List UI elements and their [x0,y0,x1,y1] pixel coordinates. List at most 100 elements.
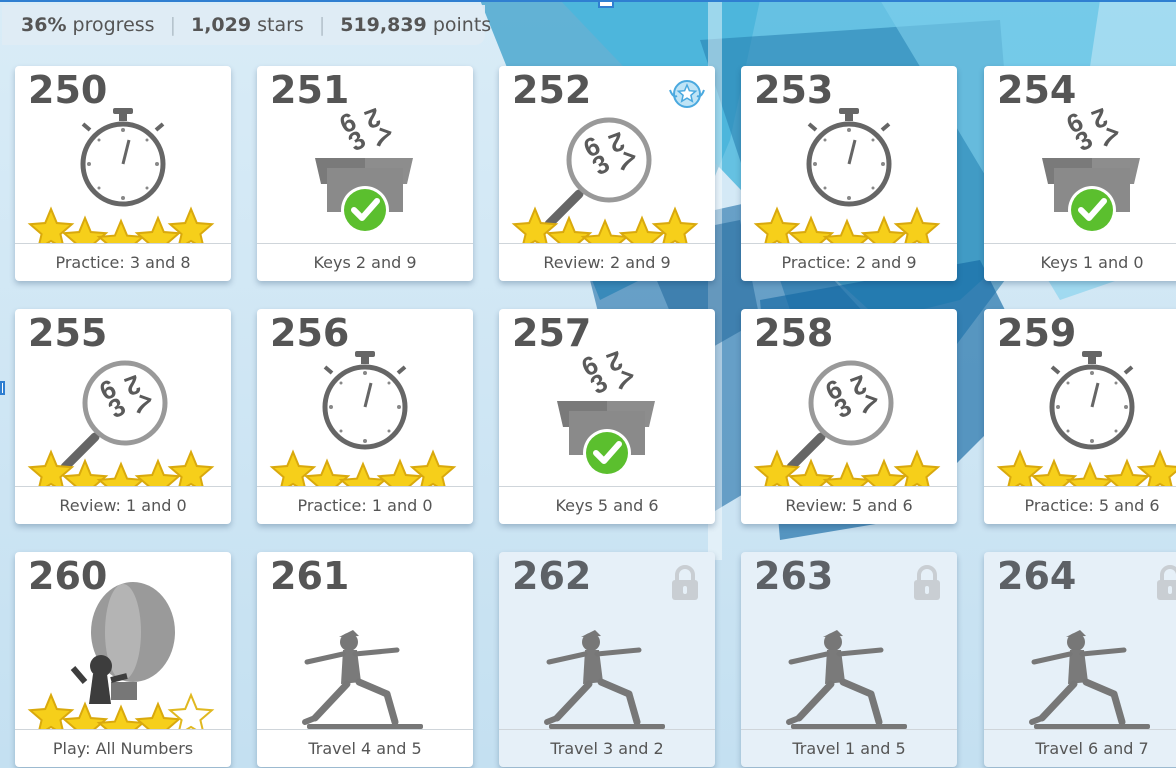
lesson-card-263[interactable]: 263 Travel 1 and 5 [741,552,957,767]
lesson-illustration [27,582,215,730]
lesson-illustration [27,108,215,244]
yoga-pose-icon [786,630,907,729]
star-icon [511,206,559,244]
lesson-card-257[interactable]: 257 6 2 3 7 Keys 5 and 6 [499,309,715,524]
star-icon [27,206,75,244]
lesson-illustration [1029,630,1150,729]
star-icon [167,449,215,487]
star-icon [27,692,75,730]
lesson-illustration [544,630,665,729]
svg-text:3: 3 [343,124,371,157]
lesson-illustration: 6 2 3 7 [315,102,413,234]
lesson-card-260[interactable]: 260 Play: All Numbers [15,552,231,767]
svg-text:3: 3 [585,367,613,400]
lesson-label: Practice: 2 and 9 [741,243,957,281]
lesson-card-252[interactable]: 252 6 2 3 7 Review: 2 and 9 [499,66,715,281]
star-icon [134,215,182,244]
star-icon [893,449,941,487]
lesson-card-261[interactable]: 261 Travel 4 and 5 [257,552,473,767]
lesson-label: Practice: 5 and 6 [984,486,1176,524]
star-icon [787,215,835,244]
lesson-illustration [269,351,457,487]
svg-text:3: 3 [1070,124,1098,157]
star-badge-icon [669,80,705,108]
star-icon [409,449,457,487]
star-icon [134,701,182,730]
balloon-icon [70,582,175,704]
selection-side-handle[interactable] [0,381,5,395]
lesson-label: Review: 1 and 0 [15,486,231,524]
star-icon [860,458,908,487]
points-value: 519,839 [340,14,427,36]
lesson-illustration [996,351,1176,487]
lesson-label: Keys 5 and 6 [499,486,715,524]
star-icon [303,458,351,487]
lesson-label: Travel 4 and 5 [257,729,473,767]
lesson-illustration: 6 2 3 7 [27,360,215,487]
star-icon [27,449,75,487]
lesson-illustration: 6 2 3 7 [753,360,941,487]
lesson-card-253[interactable]: 253 Practice: 2 and 9 [741,66,957,281]
yoga-pose-icon [544,630,665,729]
points-label: points [432,14,492,36]
stats-separator: | [318,14,326,36]
lesson-illustration: 6 2 3 7 [1042,102,1140,234]
lesson-illustration: 6 2 3 7 [511,117,699,244]
star-icon [753,449,801,487]
lesson-card-262[interactable]: 262 Travel 3 and 2 [499,552,715,767]
lesson-label: Review: 5 and 6 [741,486,957,524]
star-icon [996,449,1044,487]
lock-icon [672,565,698,600]
progress-value: 36% [21,14,67,36]
stars-value: 1,029 [190,14,252,36]
lesson-label: Keys 2 and 9 [257,243,473,281]
yoga-pose-icon [302,630,423,729]
star-icon [1030,458,1078,487]
lesson-card-254[interactable]: 254 6 2 3 7 Keys 1 and 0 [984,66,1176,281]
star-icon [1136,449,1176,487]
star-icon [167,206,215,244]
star-icon [167,692,215,730]
lesson-label: Travel 6 and 7 [984,729,1176,767]
lesson-label: Travel 3 and 2 [499,729,715,767]
star-icon [1103,458,1151,487]
lesson-card-258[interactable]: 258 6 2 3 7 Review: 5 and 6 [741,309,957,524]
lesson-illustration [302,630,423,729]
check-icon [341,186,389,234]
check-icon [1068,186,1116,234]
star-icon [860,215,908,244]
stopwatch-icon [806,108,892,207]
progress-label: progress [72,14,155,36]
magnifier-icon: 6 2 3 7 [544,117,652,229]
stopwatch-icon [1049,351,1135,450]
lesson-card-264[interactable]: 264 Travel 6 and 7 [984,552,1176,767]
star-icon [651,206,699,244]
magnifier-icon: 6 2 3 7 [60,360,168,472]
lesson-card-255[interactable]: 255 6 2 3 7 Review: 1 and 0 [15,309,231,524]
star-icon [134,458,182,487]
lock-icon [914,565,940,600]
stopwatch-icon [80,108,166,207]
star-icon [753,206,801,244]
lesson-card-256[interactable]: 256 Practice: 1 and 0 [257,309,473,524]
star-icon [269,449,317,487]
stats-separator: | [169,14,176,36]
selection-resize-handle[interactable] [598,0,614,8]
star-icon [618,215,666,244]
lesson-label: Practice: 3 and 8 [15,243,231,281]
stars-label: stars [257,14,304,36]
lesson-illustration [753,108,941,244]
lesson-label: Review: 2 and 9 [499,243,715,281]
lesson-card-259[interactable]: 259 Practice: 5 and 6 [984,309,1176,524]
lesson-label: Practice: 1 and 0 [257,486,473,524]
lesson-card-250[interactable]: 250 Practice: 3 and 8 [15,66,231,281]
star-icon [61,701,109,730]
lesson-label: Travel 1 and 5 [741,729,957,767]
star-icon [61,215,109,244]
lesson-card-251[interactable]: 251 6 2 3 7 Keys 2 and 9 [257,66,473,281]
lock-icon [1157,565,1176,600]
lesson-label: Play: All Numbers [15,729,231,767]
magnifier-icon: 6 2 3 7 [786,360,894,472]
lesson-illustration [786,630,907,729]
lesson-label: Keys 1 and 0 [984,243,1176,281]
